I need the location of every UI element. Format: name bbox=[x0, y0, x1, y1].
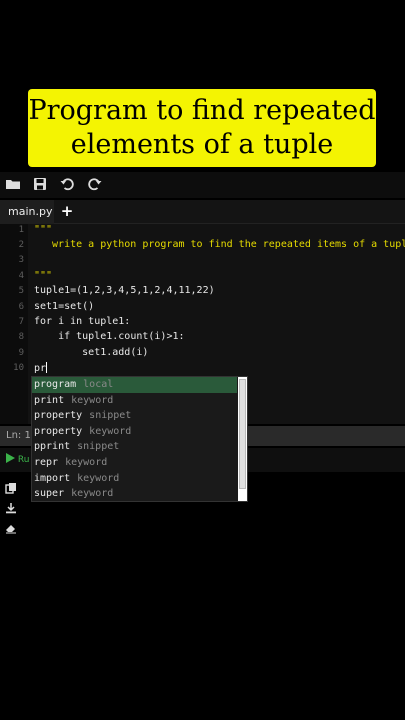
suggestion-item[interactable]: repr keyword bbox=[32, 455, 237, 471]
suggestion-name: property bbox=[34, 425, 83, 437]
add-tab-button[interactable]: + bbox=[60, 200, 74, 224]
suggestion-item[interactable]: property keyword bbox=[32, 424, 237, 440]
suggestion-item[interactable]: program local bbox=[32, 377, 237, 393]
editor-toolbar bbox=[0, 172, 405, 198]
suggestion-name: super bbox=[34, 488, 65, 500]
suggestion-kind: snippet bbox=[77, 441, 120, 453]
suggestion-kind: keyword bbox=[71, 488, 114, 500]
suggestion-kind: keyword bbox=[65, 457, 108, 468]
typed-text: pr bbox=[34, 363, 47, 374]
line-number: 2 bbox=[18, 240, 24, 250]
code-line-10: pr bbox=[34, 362, 48, 374]
text-cursor bbox=[46, 362, 48, 373]
code-line-6: set1=set() bbox=[34, 301, 95, 312]
line-number: 8 bbox=[18, 332, 24, 342]
run-button[interactable]: Ru bbox=[6, 453, 32, 467]
folder-icon[interactable] bbox=[5, 176, 21, 192]
line-number: 6 bbox=[18, 302, 24, 312]
autocomplete-scrollbar[interactable] bbox=[238, 377, 247, 501]
line-number: 3 bbox=[18, 255, 24, 265]
tab-main-py[interactable]: main.py bbox=[0, 200, 54, 224]
save-icon[interactable] bbox=[32, 176, 48, 192]
run-label: Ru bbox=[17, 455, 30, 465]
code-line-1: """ bbox=[34, 224, 53, 235]
scrollbar-thumb[interactable] bbox=[239, 379, 246, 489]
play-icon bbox=[6, 453, 15, 463]
suggestion-item[interactable]: print keyword bbox=[32, 393, 237, 409]
suggestion-kind: keyword bbox=[71, 394, 114, 406]
suggestion-kind: snippet bbox=[89, 410, 132, 422]
code-line-9: set1.add(i) bbox=[34, 347, 149, 358]
line-number: 7 bbox=[18, 317, 24, 327]
side-toolbar bbox=[0, 474, 22, 544]
suggestion-name: import bbox=[34, 472, 71, 484]
suggestion-item[interactable]: import keyword bbox=[32, 471, 237, 487]
code-line-2: write a python program to find the repea… bbox=[40, 239, 405, 250]
redo-icon[interactable] bbox=[87, 176, 103, 192]
suggestion-kind: keyword bbox=[89, 425, 132, 437]
line-number: 5 bbox=[18, 286, 24, 296]
suggestion-name: program bbox=[34, 379, 77, 390]
code-line-5: tuple1=(1,2,3,4,5,1,2,4,11,22) bbox=[34, 285, 215, 296]
undo-icon[interactable] bbox=[59, 176, 75, 192]
line-number-gutter: 1 2 3 4 5 6 7 8 9 10 bbox=[0, 224, 28, 424]
suggestion-kind: local bbox=[83, 379, 114, 390]
suggestion-name: print bbox=[34, 394, 65, 406]
tab-bar: main.py + bbox=[0, 200, 405, 224]
title-banner: Program to find repeated elements of a t… bbox=[28, 89, 376, 167]
suggestion-name: repr bbox=[34, 457, 59, 468]
banner-line-1: Program to find repeated bbox=[28, 95, 376, 126]
copy-icon[interactable] bbox=[5, 482, 17, 494]
eraser-icon[interactable] bbox=[5, 522, 17, 534]
code-line-8: if tuple1.count(i)>1: bbox=[34, 331, 185, 342]
suggestion-item[interactable]: pprint snippet bbox=[32, 439, 237, 455]
code-line-7: for i in tuple1: bbox=[34, 316, 131, 327]
code-line-4: """ bbox=[34, 270, 53, 281]
suggestion-name: property bbox=[34, 410, 83, 422]
download-icon[interactable] bbox=[5, 502, 17, 514]
suggestion-name: pprint bbox=[34, 441, 71, 453]
suggestion-kind: keyword bbox=[77, 472, 120, 484]
banner-line-2: elements of a tuple bbox=[70, 129, 334, 160]
suggestion-item[interactable]: super keyword bbox=[32, 486, 237, 502]
line-number: 1 bbox=[18, 225, 24, 235]
line-number: 9 bbox=[18, 348, 24, 358]
autocomplete-popup: program local print keyword property snippe… bbox=[31, 376, 248, 502]
line-number: 10 bbox=[13, 363, 24, 373]
suggestion-item[interactable]: property snippet bbox=[32, 408, 237, 424]
line-number: 4 bbox=[18, 271, 24, 281]
